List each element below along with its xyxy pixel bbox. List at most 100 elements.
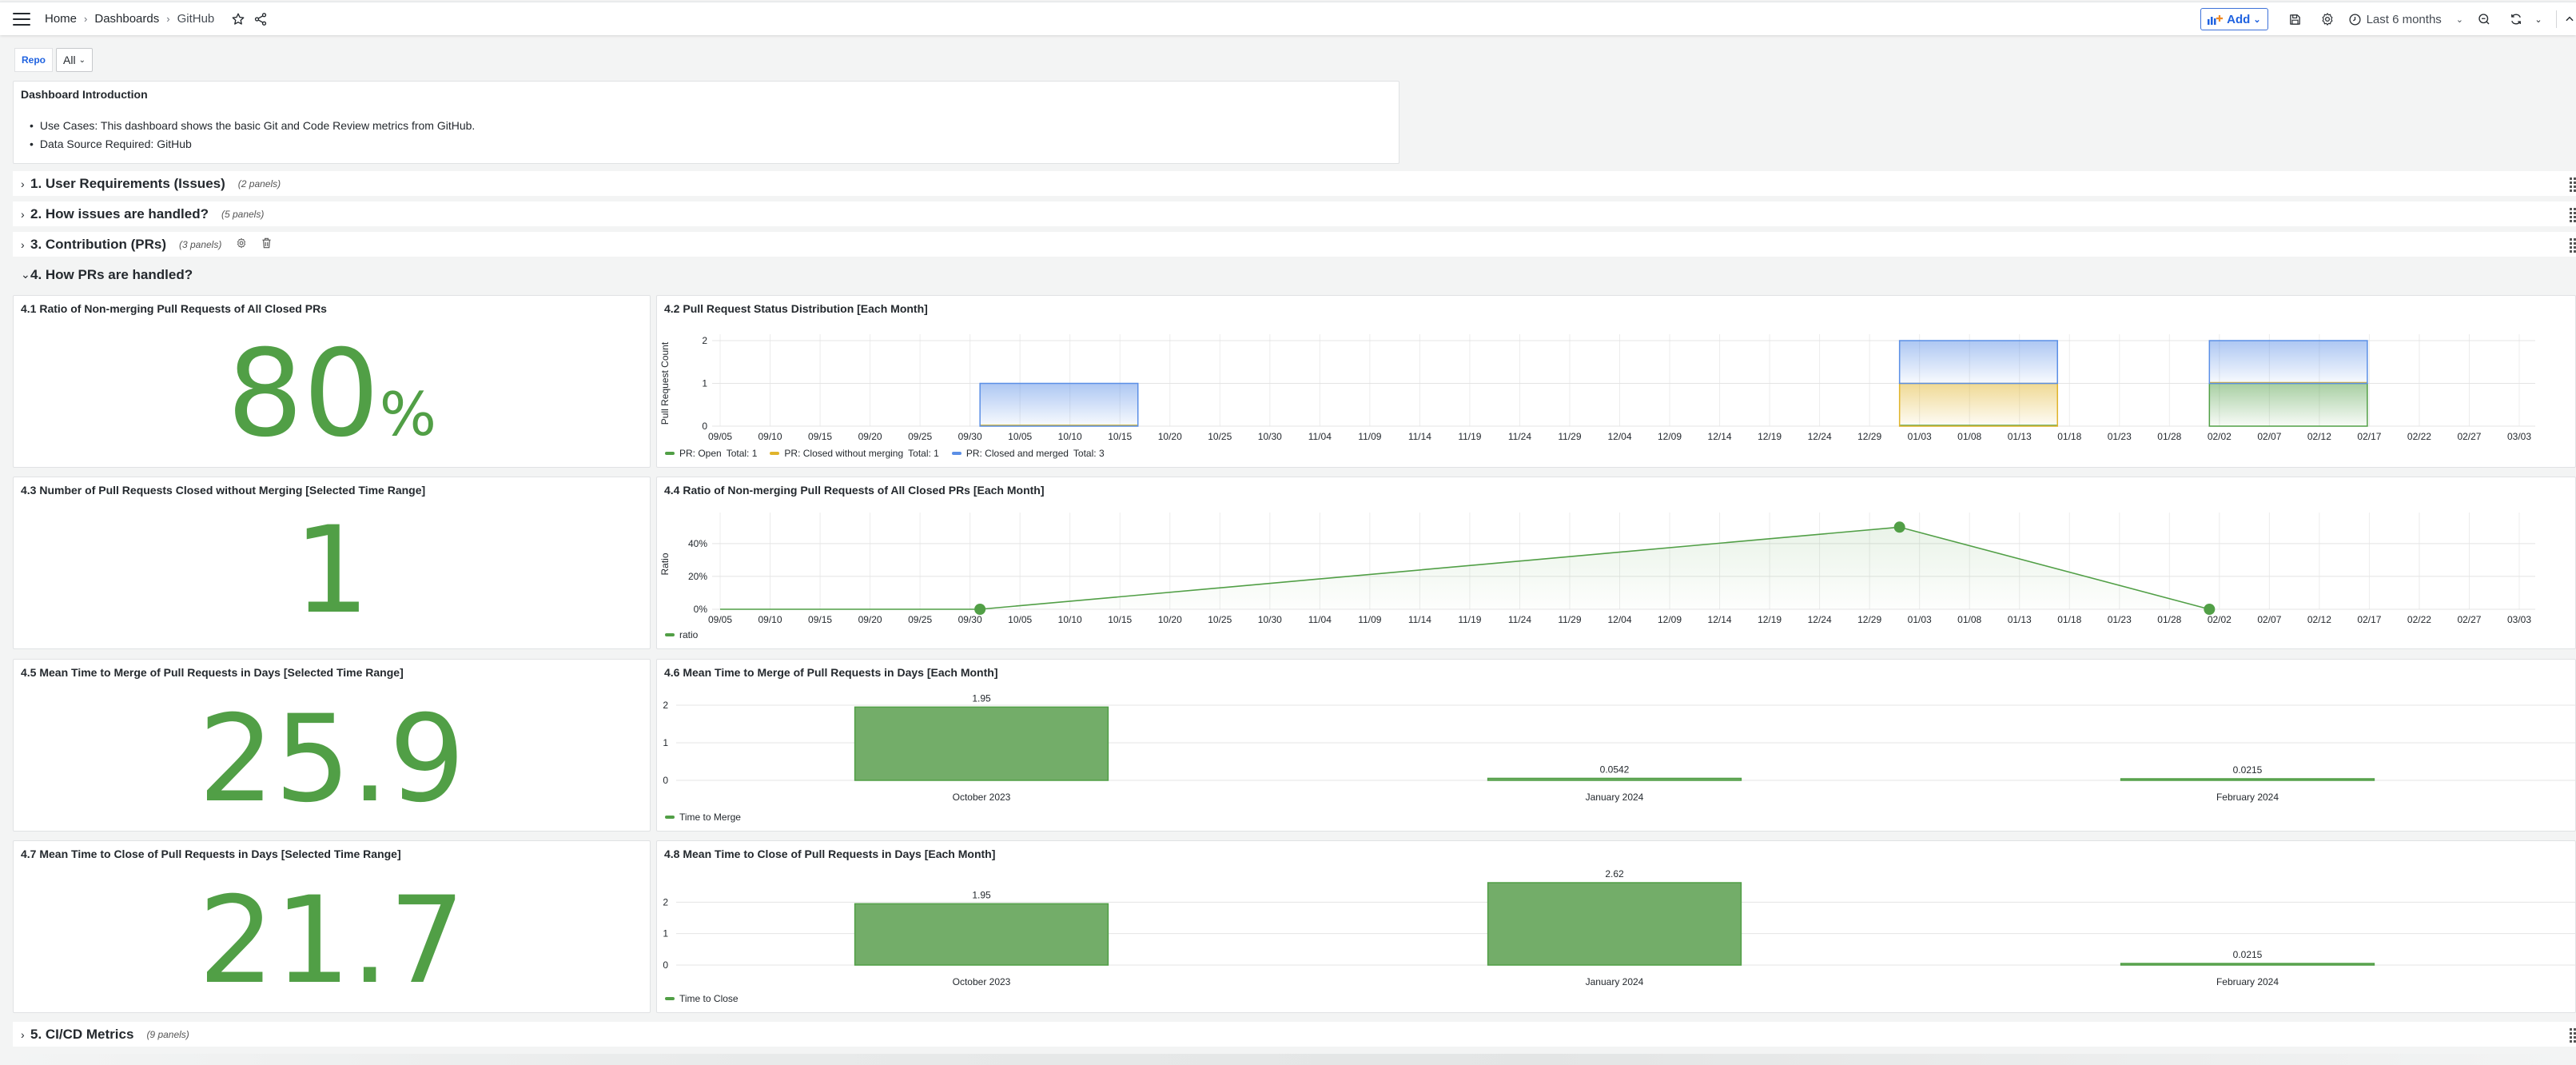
x-tick-label: 12/04: [1607, 614, 1631, 625]
y-tick-label: 20%: [688, 571, 707, 582]
row-contribution[interactable]: › 3. Contribution (PRs) (3 panels): [13, 232, 2576, 257]
x-tick-label: 12/14: [1708, 614, 1732, 625]
row-issues-handled[interactable]: › 2. How issues are handled? (5 panels): [13, 201, 2576, 226]
time-to-merge-bar-chart: 0 1 2 1.95 October 2023 0.0542 January 2024 0.0…: [663, 692, 2575, 803]
legend-item[interactable]: Time to Merge: [665, 812, 741, 823]
x-category-label: January 2024: [1586, 792, 1644, 803]
chevron-right-icon: ›: [21, 207, 25, 221]
drag-handle-icon[interactable]: [2570, 178, 2576, 192]
row-title: 4. How PRs are handled?: [30, 266, 193, 282]
stat-value: 25.9: [198, 690, 465, 829]
drag-handle-icon[interactable]: [2570, 1028, 2576, 1043]
x-tick-label: 02/07: [2257, 614, 2281, 625]
star-icon[interactable]: [227, 8, 249, 30]
x-tick-label: 12/19: [1758, 614, 1782, 625]
bar-value-label: 0.0215: [2233, 949, 2263, 960]
x-tick-label: 01/03: [1908, 614, 1932, 625]
x-tick-label: 01/28: [2157, 431, 2181, 442]
x-tick-label: 12/29: [1857, 431, 1881, 442]
x-category-label: February 2024: [2216, 792, 2279, 803]
legend-total: Total: 1: [908, 448, 939, 459]
zoom-out-icon[interactable]: [2473, 8, 2495, 30]
x-tick-label: 10/20: [1158, 614, 1182, 625]
x-tick-label: 12/24: [1808, 431, 1832, 442]
repo-variable-label: Repo: [14, 48, 53, 72]
save-icon[interactable]: [2284, 8, 2307, 30]
x-category-label: October 2023: [953, 976, 1011, 987]
row-cicd-metrics[interactable]: › 5. CI/CD Metrics (9 panels): [13, 1022, 2576, 1047]
x-tick-label: 10/25: [1208, 431, 1232, 442]
bar-value-label: 2.62: [1605, 868, 1624, 880]
time-to-close-bar-chart: 0 1 2 1.95 October 2023 2.62 January 2024 0.021…: [663, 868, 2575, 987]
y-tick-label: 1: [663, 928, 668, 939]
x-tick-label: 10/05: [1008, 614, 1032, 625]
row-panel-count: (3 panels): [178, 238, 222, 250]
x-tick-label: 11/09: [1358, 614, 1381, 625]
legend-swatch: [951, 452, 962, 455]
stacked-bar-segment: [1898, 382, 2058, 427]
refresh-interval-dropdown[interactable]: ⌄: [2527, 8, 2550, 30]
trash-icon[interactable]: [261, 237, 272, 251]
bar-value-label: 1.95: [972, 889, 991, 900]
row-user-requirements[interactable]: › 1. User Requirements (Issues) (2 panel…: [13, 171, 2576, 196]
add-panel-icon: [2208, 15, 2224, 25]
x-tick-label: 09/30: [958, 614, 982, 625]
x-tick-label: 11/29: [1558, 614, 1581, 625]
chevron-right-icon: ›: [21, 177, 25, 190]
breadcrumb-separator: ›: [166, 13, 170, 25]
bar: [854, 706, 1109, 781]
stat-value: 1: [293, 501, 370, 640]
bar: [2120, 778, 2375, 781]
settings-icon[interactable]: [2316, 8, 2339, 30]
drag-handle-icon[interactable]: [2570, 208, 2576, 222]
x-tick-label: 09/10: [758, 614, 782, 625]
x-tick-label: 02/02: [2208, 431, 2232, 442]
legend-label: Time to Merge: [679, 812, 741, 823]
x-tick-label: 10/10: [1058, 431, 1082, 442]
menu-icon[interactable]: [13, 12, 30, 26]
x-tick-label: 10/15: [1108, 431, 1132, 442]
stacked-bar-segment: [1898, 340, 2058, 385]
row-prs-handled[interactable]: ⌄ 4. How PRs are handled?: [13, 262, 2576, 287]
divider: [2556, 10, 2557, 28]
breadcrumb-home[interactable]: Home: [45, 12, 77, 26]
panel-title: 4.1 Ratio of Non-merging Pull Requests o…: [21, 302, 327, 315]
refresh-icon[interactable]: [2505, 8, 2527, 30]
legend-item[interactable]: PR: Closed without merging Total: 1: [770, 448, 939, 459]
x-tick-label: 02/17: [2357, 431, 2381, 442]
repo-variable-select[interactable]: All ⌄: [56, 48, 93, 72]
y-tick-label: 1: [702, 378, 707, 389]
row-settings-icon[interactable]: [236, 237, 247, 251]
x-tick-label: 11/24: [1508, 431, 1531, 442]
legend-label: ratio: [679, 629, 699, 640]
chevron-down-icon: ⌄: [78, 55, 86, 65]
legend-item[interactable]: PR: Closed and merged Total: 3: [951, 448, 1105, 459]
chart-panel-mean-time-merge-monthly: 4.6 Mean Time to Merge of Pull Requests …: [656, 659, 2576, 832]
time-range-picker[interactable]: Last 6 months ⌄: [2348, 13, 2463, 26]
x-tick-label: 01/08: [1957, 614, 1981, 625]
add-button[interactable]: Add ⌄: [2200, 8, 2268, 30]
bar: [1487, 882, 1742, 966]
x-tick-label: 09/05: [708, 431, 732, 442]
row-title: 1. User Requirements (Issues): [30, 175, 225, 191]
legend-item[interactable]: ratio: [665, 629, 698, 640]
legend-item[interactable]: PR: Open Total: 1: [665, 448, 757, 459]
breadcrumb: Home › Dashboards › GitHub: [45, 12, 214, 26]
stat-number: 80: [226, 325, 380, 464]
x-tick-label: 02/02: [2208, 614, 2232, 625]
data-point: [2204, 604, 2216, 615]
share-icon[interactable]: [249, 8, 272, 30]
drag-handle-icon[interactable]: [2570, 238, 2576, 253]
breadcrumb-dashboards[interactable]: Dashboards: [94, 12, 159, 26]
legend-swatch: [665, 816, 675, 819]
legend-item[interactable]: Time to Close: [665, 993, 739, 1004]
x-category-label: October 2023: [953, 792, 1011, 803]
chevron-up-icon[interactable]: [2563, 8, 2576, 30]
chart-panel-nonmerge-ratio-monthly: 4.4 Ratio of Non-merging Pull Requests o…: [656, 477, 2576, 649]
y-tick-label: 0: [702, 421, 707, 432]
x-tick-label: 01/13: [2008, 431, 2032, 442]
legend-label: Time to Close: [679, 993, 739, 1004]
y-tick-label: 0: [663, 959, 668, 971]
chart-panel-mean-time-close-monthly: 4.8 Mean Time to Close of Pull Requests …: [656, 840, 2576, 1013]
row-title: 2. How issues are handled?: [30, 205, 209, 221]
